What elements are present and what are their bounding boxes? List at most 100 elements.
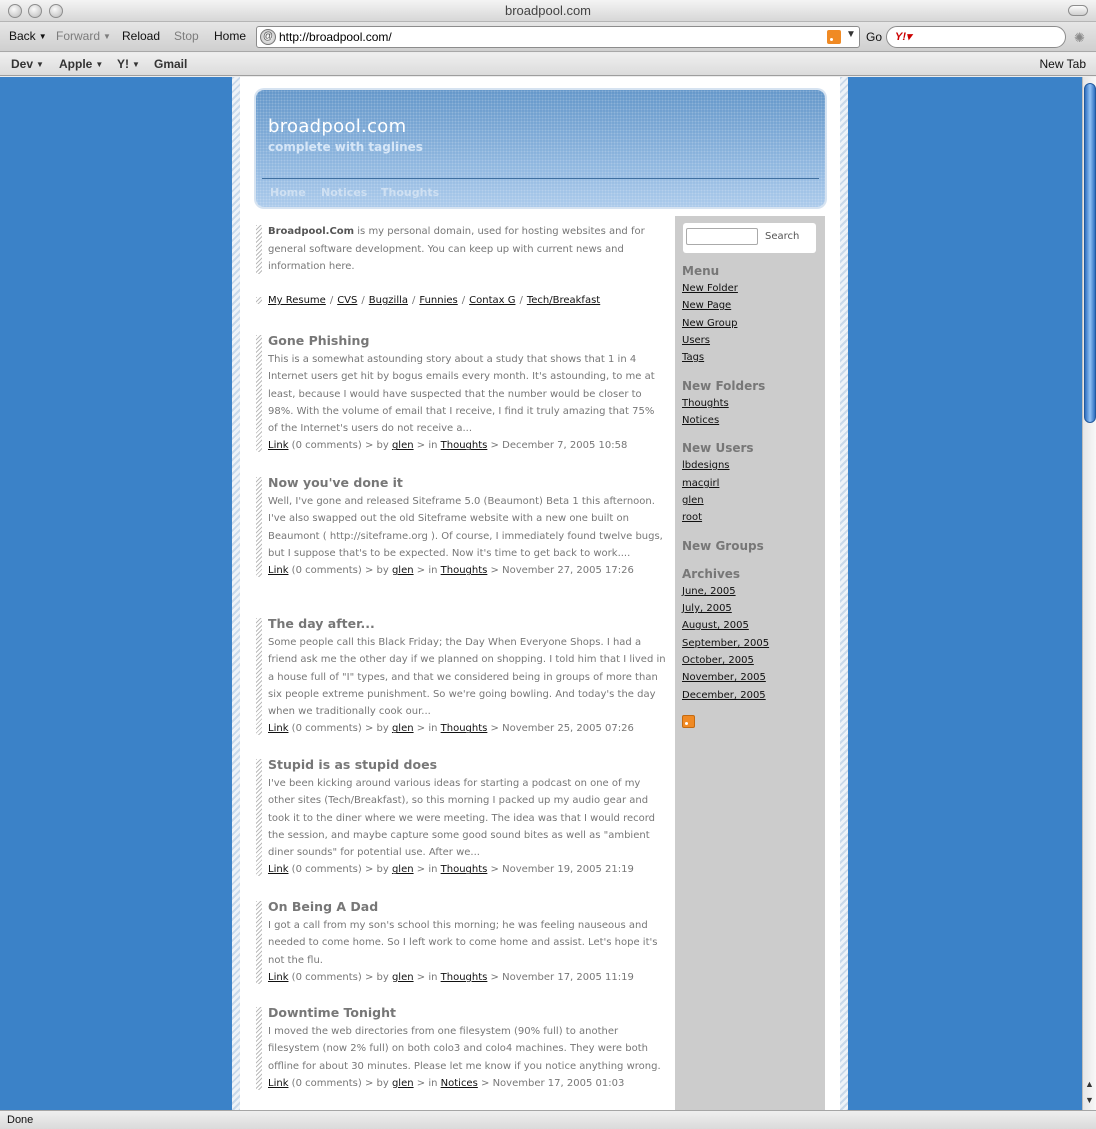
yahoo-search-icon[interactable]: Y!▾ [895, 30, 912, 43]
vertical-scrollbar[interactable]: ▲ ▼ [1082, 77, 1096, 1110]
comment-count: (0 comments) [291, 1077, 362, 1089]
back-button[interactable]: Back ▼ [9, 29, 47, 43]
sidebar-folder-notices[interactable]: Notices [682, 415, 719, 426]
post-excerpt: I've been kicking around various ideas f… [268, 778, 656, 859]
post-meta: Link (0 comments) > by glen > in Thought… [268, 861, 666, 878]
new-tab-button[interactable]: New Tab [1040, 57, 1086, 71]
post-category[interactable]: Thoughts [441, 723, 488, 734]
post-author[interactable]: glen [392, 723, 414, 734]
post-title[interactable]: Downtime Tonight [268, 1005, 666, 1020]
comment-count: (0 comments) [291, 440, 362, 452]
sidebar-search-input[interactable] [686, 228, 758, 245]
sidebar-archive-item[interactable]: December, 2005 [682, 690, 766, 701]
post-category[interactable]: Thoughts [441, 864, 488, 875]
post-category[interactable]: Thoughts [441, 972, 488, 983]
post-excerpt: I got a call from my son's school this m… [268, 920, 658, 966]
post-title[interactable]: Gone Phishing [268, 333, 666, 348]
toolbar-toggle-button[interactable] [1068, 5, 1088, 16]
sidebar-archive-item[interactable]: August, 2005 [682, 620, 749, 631]
post-category[interactable]: Thoughts [441, 440, 488, 451]
link-cvs[interactable]: CVS [337, 295, 357, 306]
post-title[interactable]: On Being A Dad [268, 899, 666, 914]
sidebar-groups-heading: New Groups [682, 539, 764, 553]
post-category[interactable]: Notices [441, 1078, 478, 1089]
nav-notices[interactable]: Notices [321, 186, 367, 199]
rss-feed-icon[interactable] [682, 715, 695, 728]
link-tech-breakfast[interactable]: Tech/Breakfast [527, 295, 600, 306]
sidebar-search-button[interactable]: Search [765, 231, 799, 242]
post-author[interactable]: glen [392, 565, 414, 576]
sidebar-item-new-folder[interactable]: New Folder [682, 283, 738, 294]
bookmarks-bar: Dev ▼ Apple ▼ Y! ▼ Gmail New Tab [0, 53, 1096, 76]
link-contax-g[interactable]: Contax G [469, 295, 515, 306]
sidebar-item-users[interactable]: Users [682, 335, 710, 346]
post-permalink[interactable]: Link [268, 723, 288, 734]
sidebar: Search Menu New Folder New Page New Grou… [675, 216, 825, 1110]
search-field[interactable]: Y!▾ [886, 26, 1066, 48]
link-bugzilla[interactable]: Bugzilla [369, 295, 408, 306]
back-dropdown-icon[interactable]: ▼ [39, 32, 47, 41]
nav-thoughts[interactable]: Thoughts [381, 186, 439, 199]
reload-button[interactable]: Reload [122, 29, 160, 43]
home-button[interactable]: Home [214, 29, 246, 43]
post-permalink[interactable]: Link [268, 1078, 288, 1089]
bookmark-dev[interactable]: Dev ▼ [11, 57, 44, 71]
separator: / [461, 295, 466, 306]
url-dropdown-icon[interactable]: ▼ [846, 29, 856, 40]
post-permalink[interactable]: Link [268, 972, 288, 983]
go-button[interactable]: Go [866, 30, 882, 44]
sidebar-user-lbdesigns[interactable]: lbdesigns [682, 460, 730, 471]
site-title[interactable]: broadpool.com [268, 116, 406, 137]
sidebar-item-tags[interactable]: Tags [682, 352, 704, 363]
sidebar-folder-thoughts[interactable]: Thoughts [682, 398, 729, 409]
meta-in: > in [416, 1077, 438, 1089]
bookmark-apple[interactable]: Apple ▼ [59, 57, 103, 71]
meta-gt: > [490, 723, 499, 735]
post-category[interactable]: Thoughts [441, 565, 488, 576]
post-author[interactable]: glen [392, 864, 414, 875]
sidebar-user-glen[interactable]: glen [682, 495, 704, 506]
scroll-up-arrow-icon[interactable]: ▲ [1085, 1079, 1094, 1089]
sidebar-archive-item[interactable]: September, 2005 [682, 638, 769, 649]
sidebar-user-root[interactable]: root [682, 512, 702, 523]
post-author[interactable]: glen [392, 972, 414, 983]
back-label: Back [9, 29, 36, 43]
post-excerpt: Well, I've gone and released Siteframe 5… [268, 496, 663, 559]
bookmark-gmail[interactable]: Gmail [154, 57, 187, 71]
post-author[interactable]: glen [392, 440, 414, 451]
sidebar-archive-item[interactable]: July, 2005 [682, 603, 732, 614]
post-permalink[interactable]: Link [268, 864, 288, 875]
stop-button[interactable]: Stop [174, 29, 199, 43]
address-bar[interactable]: @ http://broadpool.com/ ▼ [256, 26, 860, 48]
sidebar-item-new-page[interactable]: New Page [682, 300, 731, 311]
post-permalink[interactable]: Link [268, 440, 288, 451]
link-resume[interactable]: My Resume [268, 295, 326, 306]
url-text[interactable]: http://broadpool.com/ [279, 30, 392, 44]
page-container: broadpool.com complete with taglines Hom… [232, 77, 848, 1110]
post-title[interactable]: Stupid is as stupid does [268, 757, 666, 772]
site-header: broadpool.com complete with taglines Hom… [256, 90, 825, 207]
nav-home[interactable]: Home [270, 186, 306, 199]
post-title[interactable]: Now you've done it [268, 475, 666, 490]
sidebar-item-new-group[interactable]: New Group [682, 318, 737, 329]
sidebar-archive-item[interactable]: October, 2005 [682, 655, 754, 666]
meta-in: > in [416, 864, 438, 876]
post-author[interactable]: glen [392, 1078, 414, 1089]
post-meta: Link (0 comments) > by glen > in Thought… [268, 437, 666, 454]
forward-button[interactable]: Forward ▼ [56, 29, 111, 43]
forward-label: Forward [56, 29, 101, 43]
bookmark-yahoo[interactable]: Y! ▼ [117, 57, 140, 71]
post-permalink[interactable]: Link [268, 565, 288, 576]
post-date: November 25, 2005 07:26 [502, 723, 634, 735]
sidebar-user-macgirl[interactable]: macgirl [682, 478, 719, 489]
rss-feed-icon[interactable] [827, 30, 841, 44]
post-title[interactable]: The day after... [268, 616, 666, 631]
link-funnies[interactable]: Funnies [419, 295, 457, 306]
scroll-down-arrow-icon[interactable]: ▼ [1085, 1095, 1094, 1105]
loading-spinner-icon: ✺ [1074, 30, 1085, 45]
sidebar-archive-item[interactable]: November, 2005 [682, 672, 766, 683]
sidebar-archive-item[interactable]: June, 2005 [682, 586, 736, 597]
forward-dropdown-icon[interactable]: ▼ [103, 32, 111, 41]
scrollbar-thumb[interactable] [1084, 83, 1096, 423]
post-item: Gone Phishing This is a somewhat astound… [256, 333, 666, 454]
